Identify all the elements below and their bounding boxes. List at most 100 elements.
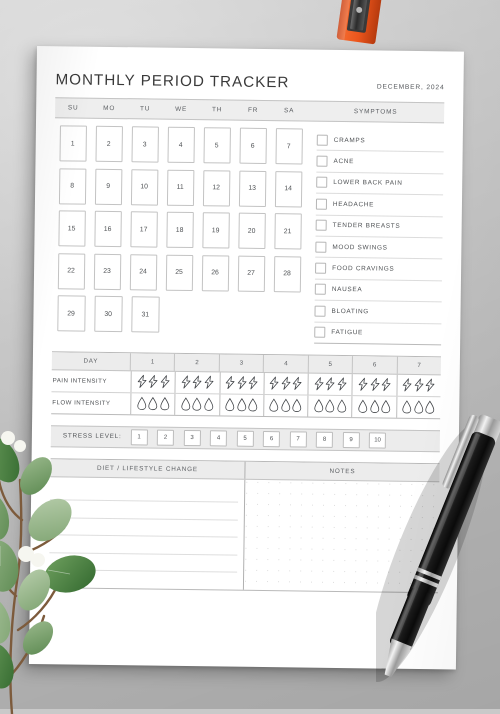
symptom-row[interactable]: HEADACHE <box>315 193 444 217</box>
intensity-cell[interactable] <box>263 372 308 395</box>
calendar-day-cell[interactable]: 31 <box>131 296 160 333</box>
lightning-icon[interactable] <box>313 377 324 391</box>
droplet-icon[interactable] <box>147 397 158 411</box>
lightning-icon[interactable] <box>136 375 147 389</box>
intensity-cell[interactable] <box>130 393 175 415</box>
lightning-icon[interactable] <box>336 377 347 391</box>
calendar-day-cell[interactable]: 7 <box>274 128 303 165</box>
calendar-day-cell[interactable]: 27 <box>237 255 265 292</box>
checkbox-icon[interactable] <box>316 155 328 167</box>
lightning-icon[interactable] <box>325 377 336 391</box>
calendar-day-cell[interactable]: 4 <box>166 126 195 164</box>
droplet-icon[interactable] <box>159 397 170 411</box>
droplet-icon[interactable] <box>357 400 368 414</box>
lightning-icon[interactable] <box>180 375 191 389</box>
calendar-day-cell[interactable]: 1 <box>58 125 87 162</box>
droplet-icon[interactable] <box>269 398 280 413</box>
lightning-icon[interactable] <box>280 377 291 391</box>
droplet-icon[interactable] <box>224 398 235 412</box>
calendar-day-cell[interactable]: 25 <box>165 254 193 291</box>
symptom-row[interactable]: ACNE <box>316 151 444 175</box>
symptom-row[interactable]: CRAMPS <box>316 129 444 153</box>
calendar-day-cell[interactable]: 3 <box>130 126 159 163</box>
lightning-icon[interactable] <box>236 376 247 390</box>
droplet-icon[interactable] <box>280 399 291 413</box>
calendar-day-cell[interactable]: 2 <box>94 125 123 163</box>
lightning-icon[interactable] <box>369 378 380 392</box>
calendar-day-cell[interactable]: 20 <box>237 212 266 250</box>
droplet-icon[interactable] <box>192 397 203 412</box>
calendar-day-cell[interactable]: 23 <box>93 253 121 290</box>
stress-level-box[interactable]: 5 <box>236 430 254 447</box>
calendar-day-cell[interactable]: 18 <box>165 211 194 249</box>
calendar-day-cell[interactable]: 11 <box>166 169 194 206</box>
lightning-icon[interactable] <box>192 375 203 390</box>
stress-level-box[interactable]: 8 <box>315 431 334 448</box>
intensity-cell[interactable] <box>307 395 352 418</box>
calendar-day-cell[interactable]: 10 <box>130 168 158 206</box>
stress-level-box[interactable]: 2 <box>156 429 175 446</box>
checkbox-icon[interactable] <box>314 326 326 339</box>
calendar-day-cell[interactable]: 17 <box>129 211 158 248</box>
lightning-icon[interactable] <box>413 378 424 392</box>
lightning-icon[interactable] <box>269 376 280 391</box>
intensity-cell[interactable] <box>174 393 220 416</box>
lightning-icon[interactable] <box>148 375 159 389</box>
intensity-cell[interactable] <box>174 371 220 394</box>
calendar-day-cell[interactable]: 26 <box>201 254 229 292</box>
intensity-cell[interactable] <box>130 371 176 393</box>
intensity-cell[interactable] <box>396 374 441 397</box>
symptom-row[interactable]: NAUSEA <box>314 279 442 303</box>
symptom-row[interactable]: BLOATING <box>314 300 442 324</box>
droplet-icon[interactable] <box>336 399 347 413</box>
checkbox-icon[interactable] <box>315 241 327 253</box>
checkbox-icon[interactable] <box>314 284 326 296</box>
lightning-icon[interactable] <box>248 376 259 390</box>
calendar-day-cell[interactable]: 19 <box>201 212 230 249</box>
droplet-icon[interactable] <box>313 399 324 413</box>
calendar-day-cell[interactable]: 5 <box>202 127 231 164</box>
lightning-icon[interactable] <box>292 377 303 391</box>
intensity-cell[interactable] <box>263 394 308 417</box>
calendar-day-cell[interactable]: 12 <box>202 169 230 207</box>
calendar-day-cell[interactable]: 8 <box>58 167 86 205</box>
intensity-cell[interactable] <box>218 394 264 416</box>
calendar-day-cell[interactable]: 6 <box>238 127 267 165</box>
calendar-day-cell[interactable]: 29 <box>56 295 86 332</box>
symptom-row[interactable]: LOWER BACK PAIN <box>316 172 444 196</box>
intensity-cell[interactable] <box>351 374 397 396</box>
calendar-day-cell[interactable]: 16 <box>93 210 122 248</box>
droplet-icon[interactable] <box>324 399 335 413</box>
droplet-icon[interactable] <box>203 398 214 412</box>
lightning-icon[interactable] <box>402 378 413 392</box>
droplet-icon[interactable] <box>236 398 247 412</box>
intensity-cell[interactable] <box>307 373 353 396</box>
calendar-day-cell[interactable]: 30 <box>93 295 123 333</box>
lightning-icon[interactable] <box>425 379 436 393</box>
checkbox-icon[interactable] <box>316 134 328 146</box>
calendar-day-cell[interactable]: 9 <box>94 168 122 205</box>
symptom-row[interactable]: FOOD CRAVINGS <box>314 258 443 282</box>
droplet-icon[interactable] <box>180 397 191 411</box>
lightning-icon[interactable] <box>159 375 170 389</box>
symptom-row[interactable]: MOOD SWINGS <box>315 236 443 260</box>
calendar-day-cell[interactable]: 21 <box>273 213 302 250</box>
stress-level-box[interactable]: 4 <box>209 430 228 447</box>
checkbox-icon[interactable] <box>314 305 326 317</box>
symptom-row[interactable]: FATIGUE <box>314 322 442 346</box>
calendar-day-cell[interactable]: 15 <box>57 210 86 247</box>
stress-level-box[interactable]: 6 <box>262 430 281 448</box>
droplet-icon[interactable] <box>136 397 147 411</box>
droplet-icon[interactable] <box>292 399 303 413</box>
calendar-day-cell[interactable]: 13 <box>238 170 266 207</box>
droplet-icon[interactable] <box>247 398 258 412</box>
calendar-day-cell[interactable]: 24 <box>129 253 157 291</box>
lightning-icon[interactable] <box>381 378 392 392</box>
calendar-day-cell[interactable]: 28 <box>273 255 301 292</box>
lightning-icon[interactable] <box>203 376 214 390</box>
checkbox-icon[interactable] <box>316 177 328 189</box>
stress-level-box[interactable]: 9 <box>342 431 360 449</box>
stress-level-box[interactable]: 3 <box>183 429 201 447</box>
stress-level-box[interactable]: 7 <box>289 431 307 448</box>
checkbox-icon[interactable] <box>315 198 328 210</box>
